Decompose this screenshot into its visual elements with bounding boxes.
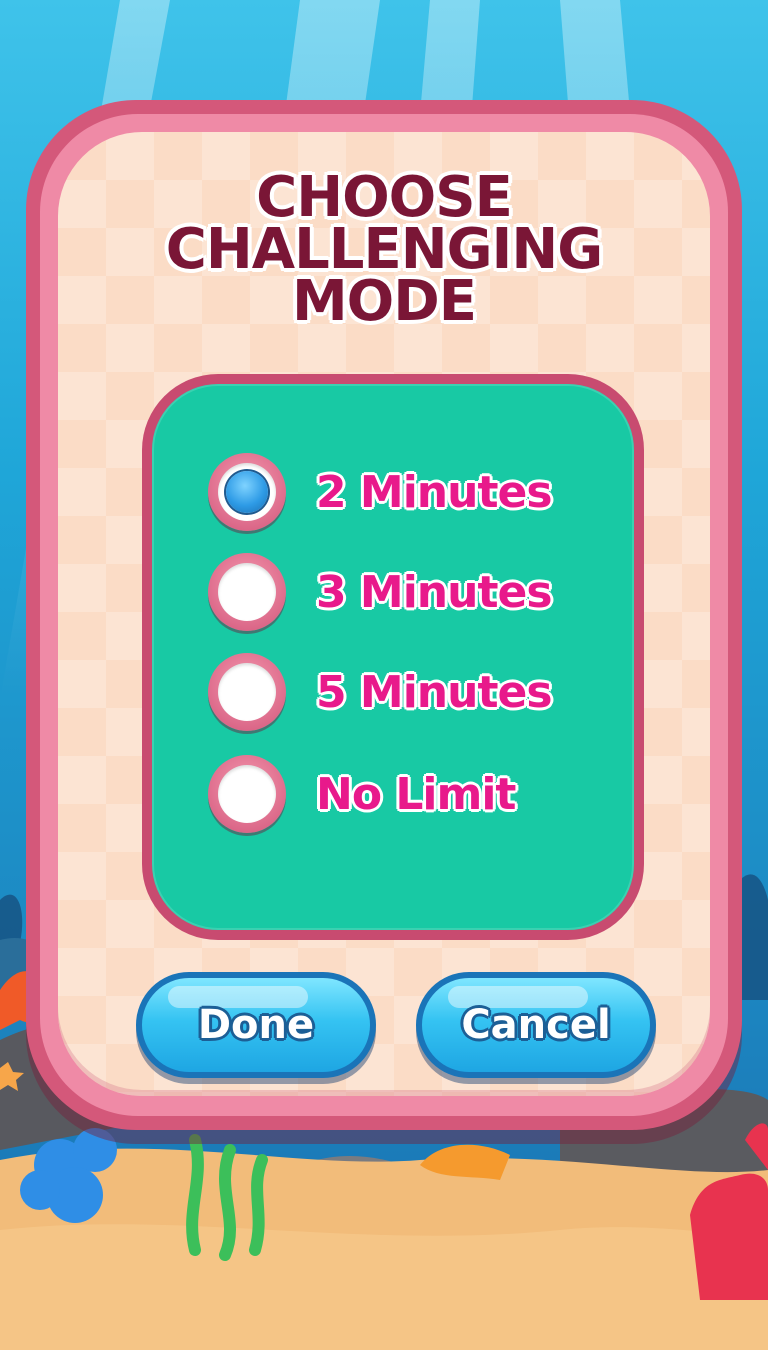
radio-inner (218, 563, 276, 621)
option-5-minutes[interactable]: 5 Minutes (208, 652, 553, 732)
options-card: 2 Minutes 3 Minutes 5 Minutes No Limit (142, 374, 644, 940)
option-2-minutes[interactable]: 2 Minutes (208, 452, 553, 532)
radio-button[interactable] (208, 755, 286, 833)
done-button-label: Done (197, 1002, 315, 1048)
done-button[interactable]: Done (136, 972, 376, 1078)
option-label: 3 Minutes (316, 566, 553, 618)
option-label: 2 Minutes (316, 466, 553, 518)
done-button-face: Done (142, 978, 370, 1072)
sand-highlight (0, 1224, 768, 1350)
option-3-minutes[interactable]: 3 Minutes (208, 552, 553, 632)
radio-selected-dot-icon (226, 471, 268, 513)
cancel-button-label: Cancel (461, 1002, 611, 1048)
option-label: 5 Minutes (316, 666, 553, 718)
radio-inner (218, 463, 276, 521)
radio-button-selected[interactable] (208, 453, 286, 531)
radio-inner (218, 663, 276, 721)
radio-button[interactable] (208, 653, 286, 731)
game-scene: CHOOSE CHALLENGING MODE 2 Minutes 3 Minu… (0, 0, 768, 1350)
dialog-title: CHOOSE CHALLENGING MODE (60, 170, 708, 334)
cancel-button-face: Cancel (422, 978, 650, 1072)
option-no-limit[interactable]: No Limit (208, 754, 516, 834)
cancel-button[interactable]: Cancel (416, 972, 656, 1078)
option-label: No Limit (316, 768, 516, 820)
options-card-face: 2 Minutes 3 Minutes 5 Minutes No Limit (152, 384, 634, 930)
radio-inner (218, 765, 276, 823)
radio-button[interactable] (208, 553, 286, 631)
title-line-3: MODE (291, 269, 477, 334)
